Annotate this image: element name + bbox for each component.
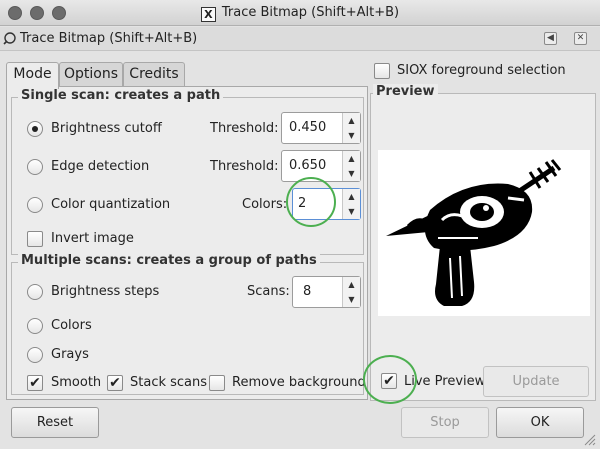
decrement-arrow-icon[interactable]: ▼ [343,128,360,143]
brightness-steps-label: Brightness steps [51,284,160,299]
colors-count-label: Colors: [242,197,288,212]
brightness-threshold-spinner[interactable]: 0.450 ▲ ▼ [281,112,361,144]
color-quantization-label: Color quantization [51,197,171,212]
decrement-arrow-icon[interactable]: ▼ [343,292,360,307]
window-title: X Trace Bitmap (Shift+Alt+B) [0,5,600,22]
edge-detection-label: Edge detection [51,159,150,174]
window-titlebar: X Trace Bitmap (Shift+Alt+B) [0,0,600,26]
preview-title: Preview [373,84,438,99]
brightness-cutoff-radio[interactable] [27,121,43,137]
increment-arrow-icon[interactable]: ▲ [343,277,360,292]
tab-mode[interactable]: Mode [6,62,59,89]
dialog-title: Trace Bitmap (Shift+Alt+B) [20,31,198,46]
scans-value[interactable]: 8 [303,284,311,299]
annotation-circle-colors [286,177,336,227]
edge-threshold-label: Threshold: [210,159,279,174]
scans-spinner[interactable]: 8 ▲ ▼ [292,276,361,308]
brightness-steps-radio[interactable] [27,284,43,300]
mode-panel: Single scan: creates a path Brightness c… [6,86,368,400]
colors-label: Colors [51,318,92,333]
invert-image-checkbox[interactable] [27,231,43,247]
ok-button[interactable]: OK [496,407,584,438]
increment-arrow-icon[interactable]: ▲ [343,189,360,204]
siox-checkbox[interactable] [374,63,390,79]
brightness-threshold-value[interactable]: 0.450 [289,120,326,135]
tab-options[interactable]: Options [59,62,123,87]
iconify-panel-icon[interactable]: ◀ [544,32,557,45]
brightness-threshold-label: Threshold: [210,121,279,136]
multiple-scans-title: Multiple scans: creates a group of paths [18,253,320,268]
close-panel-icon[interactable]: ✕ [574,32,587,45]
grays-label: Grays [51,347,89,362]
edge-threshold-value[interactable]: 0.650 [289,158,326,173]
smooth-checkbox[interactable]: ✔ [27,375,43,391]
colors-radio[interactable] [27,318,43,334]
tab-credits[interactable]: Credits [123,62,185,87]
stack-scans-checkbox[interactable]: ✔ [107,375,123,391]
increment-arrow-icon[interactable]: ▲ [343,113,360,128]
scans-label: Scans: [247,284,290,299]
remove-background-label: Remove background [232,375,366,390]
resize-grip-icon[interactable] [582,432,596,446]
invert-image-label: Invert image [51,231,134,246]
reset-button[interactable]: Reset [11,407,99,438]
single-scan-group: Single scan: creates a path Brightness c… [11,88,364,255]
color-quantization-radio[interactable] [27,197,43,213]
trace-bitmap-icon [3,32,16,45]
dialog-header: Trace Bitmap (Shift+Alt+B) ◀ ✕ [0,27,600,51]
multiple-scans-group: Multiple scans: creates a group of paths… [11,253,366,395]
update-button[interactable]: Update [483,366,589,397]
edge-detection-radio[interactable] [27,159,43,175]
single-scan-title: Single scan: creates a path [18,88,224,103]
decrement-arrow-icon[interactable]: ▼ [343,204,360,219]
siox-label: SIOX foreground selection [397,63,566,78]
preview-image [378,150,590,316]
grays-radio[interactable] [27,347,43,363]
stop-button[interactable]: Stop [401,407,489,438]
remove-background-checkbox[interactable] [209,375,225,391]
x11-logo-icon: X [200,7,216,22]
edge-threshold-spinner[interactable]: 0.650 ▲ ▼ [281,150,361,182]
increment-arrow-icon[interactable]: ▲ [343,151,360,166]
smooth-label: Smooth [51,375,102,390]
annotation-circle-live-preview [363,355,417,404]
brightness-cutoff-label: Brightness cutoff [51,121,162,136]
stack-scans-label: Stack scans [130,375,208,390]
decrement-arrow-icon[interactable]: ▼ [343,166,360,181]
